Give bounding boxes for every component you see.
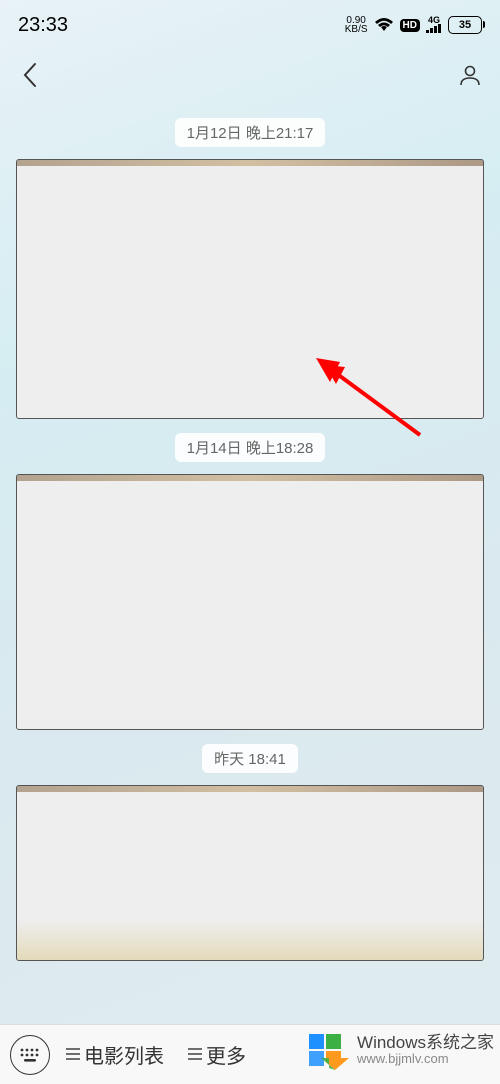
clock-text: 23:33	[18, 14, 68, 37]
watermark: Windows系统之家 www.bjjmlv.com	[301, 1024, 500, 1076]
menu-movie-list-button[interactable]: 电影列表	[58, 1040, 172, 1069]
wifi-icon	[374, 17, 394, 33]
card-header-strip	[17, 786, 483, 792]
watermark-url: www.bjjmlv.com	[357, 1052, 494, 1067]
card-header-strip	[17, 475, 483, 481]
card-bottom-gradient	[17, 920, 483, 960]
signal-4g-label: 4G	[428, 17, 440, 25]
message-card[interactable]	[16, 159, 484, 419]
watermark-title: Windows系统之家	[357, 1033, 494, 1053]
card-header-strip	[17, 160, 483, 166]
menu-label: 电影列表	[84, 1040, 164, 1069]
keyboard-toggle-button[interactable]	[10, 1035, 50, 1075]
profile-button[interactable]	[454, 59, 486, 91]
chat-scroll-area[interactable]: 1月12日 晚上21:17 1月14日 晚上18:28 昨天 18:41	[0, 100, 500, 1024]
status-icons-group: 0.90 KB/S HD 4G 35	[345, 16, 482, 34]
message-card[interactable]	[16, 785, 484, 961]
timestamp-pill: 1月12日 晚上21:17	[175, 118, 326, 147]
signal-bars-icon	[426, 24, 442, 33]
battery-icon: 35	[448, 16, 482, 34]
back-button[interactable]	[14, 59, 46, 91]
timestamp-pill: 昨天 18:41	[202, 744, 298, 773]
watermark-text: Windows系统之家 www.bjjmlv.com	[357, 1033, 494, 1067]
battery-level-text: 35	[459, 19, 471, 31]
person-icon	[458, 63, 482, 87]
message-card[interactable]	[16, 474, 484, 730]
status-bar: 23:33 0.90 KB/S HD 4G 35	[0, 0, 500, 50]
net-speed-unit: KB/S	[345, 25, 368, 34]
menu-lines-icon	[188, 1043, 202, 1066]
timestamp-pill: 1月14日 晚上18:28	[175, 433, 326, 462]
nav-bar	[0, 50, 500, 100]
keyboard-icon	[19, 1047, 41, 1063]
chevron-left-icon	[22, 62, 38, 88]
menu-more-button[interactable]: 更多	[180, 1040, 254, 1069]
watermark-logo-icon	[307, 1028, 351, 1072]
hd-badge: HD	[400, 19, 420, 32]
signal-indicator: 4G	[426, 17, 442, 34]
menu-label: 更多	[206, 1040, 246, 1069]
menu-lines-icon	[66, 1043, 80, 1066]
network-speed: 0.90 KB/S	[345, 16, 368, 34]
